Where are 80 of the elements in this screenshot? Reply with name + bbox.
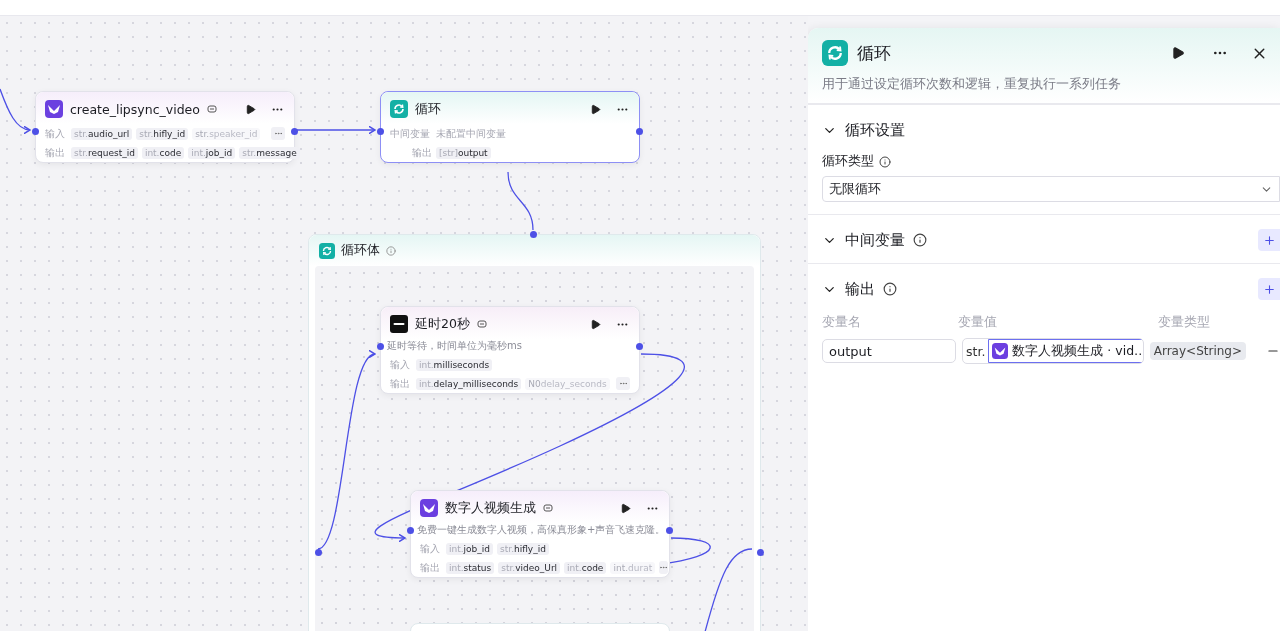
row-label: 输入 <box>420 541 441 556</box>
run-icon[interactable] <box>590 103 601 115</box>
port-dot[interactable] <box>32 128 39 135</box>
port-dot[interactable] <box>315 549 322 556</box>
wing-logo-icon <box>992 343 1009 359</box>
param-tag: str.speaker_id <box>192 127 261 140</box>
connector <box>507 171 534 231</box>
port-dot[interactable] <box>377 128 384 135</box>
node-description: 延时等待，时间单位为毫秒ms <box>386 339 523 353</box>
param-tag: str.audio_url <box>71 127 133 140</box>
panel-description: 用于通过设定循环次数和逻辑，重复执行一系列任务 <box>822 75 1122 93</box>
node-title: 数字人视频生成 <box>445 499 536 517</box>
param-tag: str.hifly_id <box>497 542 549 555</box>
port-dot[interactable] <box>530 231 537 238</box>
param-tag: int.code <box>141 146 185 159</box>
type-tag: Array<String> <box>1149 342 1246 360</box>
param-tag: int.code <box>564 561 607 574</box>
node-description: 免费一键生成数字人视频，高保真形象+声音飞速克隆。 <box>416 523 667 537</box>
node-title: 延时20秒 <box>415 315 470 333</box>
wing-logo-icon <box>420 499 438 517</box>
container-title: 循环体 <box>341 242 380 259</box>
port-dot[interactable] <box>666 527 673 534</box>
port-dot[interactable] <box>636 128 643 135</box>
param-tag: int.status <box>446 561 495 574</box>
row-label: 中间变量 <box>390 126 431 141</box>
run-icon[interactable] <box>620 502 631 514</box>
dark-logo-icon <box>390 315 408 333</box>
section-title: 输出 <box>845 279 875 299</box>
run-icon[interactable] <box>1171 46 1185 60</box>
param-tag: int.milliseconds <box>416 358 493 371</box>
port-dot[interactable] <box>636 343 643 350</box>
param-tag: [str]output <box>436 146 491 159</box>
loop-icon <box>822 40 848 66</box>
row-label: 输出 <box>411 145 432 160</box>
port-dot[interactable] <box>291 128 298 135</box>
port-dot[interactable] <box>377 343 384 350</box>
robot-icon <box>206 104 217 114</box>
loop-icon <box>319 242 335 259</box>
panel-title: 循环 <box>857 41 891 65</box>
loop-icon <box>390 100 408 118</box>
node-card[interactable]: 循环 中间变量 未配置中间变量 输出 [str]output <box>380 91 640 163</box>
column-header: 变量值 <box>958 314 998 331</box>
row-label: 输入 <box>390 357 411 372</box>
node-title: create_lipsync_video <box>70 101 200 117</box>
robot-icon <box>476 319 487 329</box>
row-label: 输出 <box>390 376 411 391</box>
node-card[interactable]: 数字人视频生成 免费一键生成数字人视频，高保真形象+声音飞速克隆。 输入 int.job_id str.hifly_id 输出 int.status str.video_Url int.code int.durat <box>410 490 670 578</box>
node-card[interactable]: 延时20秒 延时等待，时间单位为毫秒ms 输入 int.milliseconds 输出 int.delay_milliseconds N0delay_seconds <box>380 306 640 394</box>
value-field[interactable]: str. 数字人视频生成 · vid… <box>962 338 1144 364</box>
name-input[interactable]: output <box>822 339 956 363</box>
info-icon[interactable] <box>913 233 927 247</box>
robot-icon <box>543 503 553 513</box>
param-tag: int.durat <box>610 561 656 574</box>
info-icon[interactable] <box>879 155 891 168</box>
node-title: 循环 <box>415 100 441 118</box>
section-title: 中间变量 <box>845 230 905 250</box>
run-icon[interactable] <box>590 318 601 330</box>
param-tag: str.video_Url <box>498 561 561 574</box>
column-header: 变量名 <box>822 314 862 331</box>
connector <box>0 88 31 134</box>
row-label: 输入 <box>45 126 66 141</box>
port-dot[interactable] <box>407 527 414 534</box>
empty-note: 未配置中间变量 <box>436 126 506 141</box>
section-title: 循环设置 <box>845 120 905 140</box>
param-tag: str.request_id <box>71 146 138 159</box>
column-header: 变量类型 <box>1158 314 1211 331</box>
param-tag: int.delay_milliseconds <box>416 377 522 390</box>
param-tag: N0delay_seconds <box>525 377 610 390</box>
row-label: 输出 <box>45 145 66 160</box>
wing-logo-icon <box>45 100 63 118</box>
param-tag: int.job_id <box>188 146 236 159</box>
param-tag: str.message <box>239 146 300 159</box>
field-label: 循环类型 <box>822 153 874 170</box>
param-tag: int.job_id <box>446 542 494 555</box>
row-label: 输出 <box>420 560 441 575</box>
loop-type-select[interactable]: 无限循环 <box>822 176 1280 202</box>
info-icon[interactable] <box>883 282 897 296</box>
param-tag: str.hifly_id <box>136 127 189 140</box>
run-icon[interactable] <box>245 103 256 115</box>
port-dot[interactable] <box>757 549 764 556</box>
